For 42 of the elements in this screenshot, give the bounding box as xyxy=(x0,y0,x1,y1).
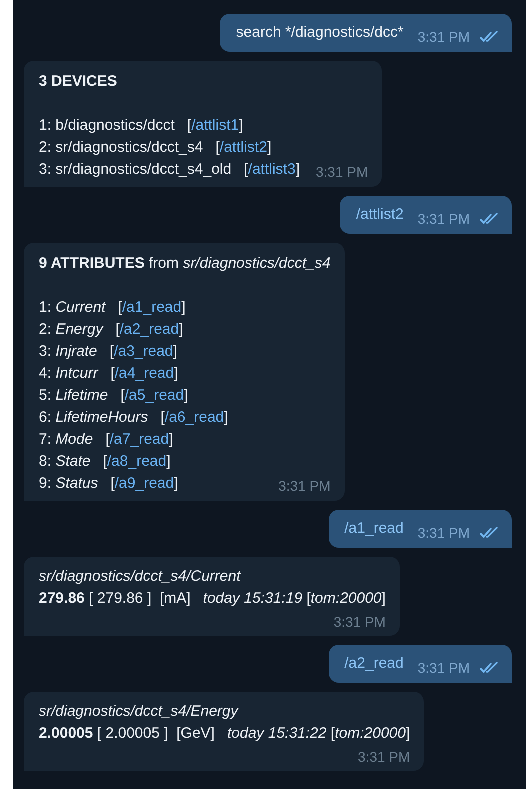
attribute-path: sr/diagnostics/dcct_s4/Energy xyxy=(39,702,240,722)
list-line: 5: Lifetime [/a5_read] xyxy=(39,386,190,406)
list-line: 9: Status [/a9_read] xyxy=(39,474,178,494)
command-text: /a1_read xyxy=(344,519,404,539)
command-link[interactable]: /attlist3 xyxy=(248,161,296,178)
timestamp: 3:31 PM xyxy=(418,28,470,46)
command-link[interactable]: /a4_read xyxy=(114,365,174,382)
message-text: search */diagnostics/dcc* xyxy=(236,23,404,43)
attribute-value: 279.86 [ 279.86 ] [mA] today 15:31:19 [tom:20000] xyxy=(39,589,386,609)
attribute-path: sr/diagnostics/dcct_s4/Current xyxy=(39,567,242,587)
command-link[interactable]: /a9_read xyxy=(114,475,174,492)
command-link[interactable]: /a6_read xyxy=(164,409,224,426)
message-heading: 3 DEVICES xyxy=(39,72,118,92)
timestamp: 3:31 PM xyxy=(418,659,470,677)
command-link[interactable]: /a1_read xyxy=(122,299,182,316)
command-link[interactable]: /a5_read xyxy=(124,387,184,404)
timestamp: 3:31 PM xyxy=(418,524,470,542)
timestamp: 3:31 PM xyxy=(358,748,410,767)
command-link[interactable]: /attlist1 xyxy=(192,117,240,134)
timestamp: 3:31 PM xyxy=(278,477,331,495)
timestamp: 3:31 PM xyxy=(334,613,386,632)
attribute-value: 2.00005 [ 2.00005 ] [GeV] today 15:31:22 [tom:20000] xyxy=(39,724,410,744)
list-line: 3: Injrate [/a3_read] xyxy=(39,342,178,362)
list-line: 7: Mode [/a7_read] xyxy=(39,430,174,450)
list-line: 3: sr/diagnostics/dcct_s4_old [/attlist3] xyxy=(39,160,300,180)
timestamp: 3:31 PM xyxy=(418,210,470,228)
list-line: 1: Current [/a1_read] xyxy=(39,298,187,318)
command-link[interactable]: /a2_read xyxy=(120,321,180,338)
message-heading: 9 ATTRIBUTES from sr/diagnostics/dcct_s4 xyxy=(39,254,331,274)
command-link[interactable]: /a8_read xyxy=(107,453,167,470)
list-line: 8: State [/a8_read] xyxy=(39,452,172,472)
list-line: 4: Intcurr [/a4_read] xyxy=(39,364,180,384)
command-link[interactable]: /a3_read xyxy=(114,343,174,360)
command-text: /a2_read xyxy=(344,654,404,674)
list-line: 1: b/diagnostics/dcct [/attlist1] xyxy=(39,116,244,136)
timestamp: 3:31 PM xyxy=(316,163,368,181)
list-line: 2: Energy [/a2_read] xyxy=(39,320,184,340)
list-line: 2: sr/diagnostics/dcct_s4 [/attlist2] xyxy=(39,138,273,158)
list-line: 6: LifetimeHours [/a6_read] xyxy=(39,408,230,428)
command-text: /attlist2 xyxy=(356,205,404,225)
command-link[interactable]: /attlist2 xyxy=(220,139,268,156)
command-link[interactable]: /a7_read xyxy=(110,431,170,448)
